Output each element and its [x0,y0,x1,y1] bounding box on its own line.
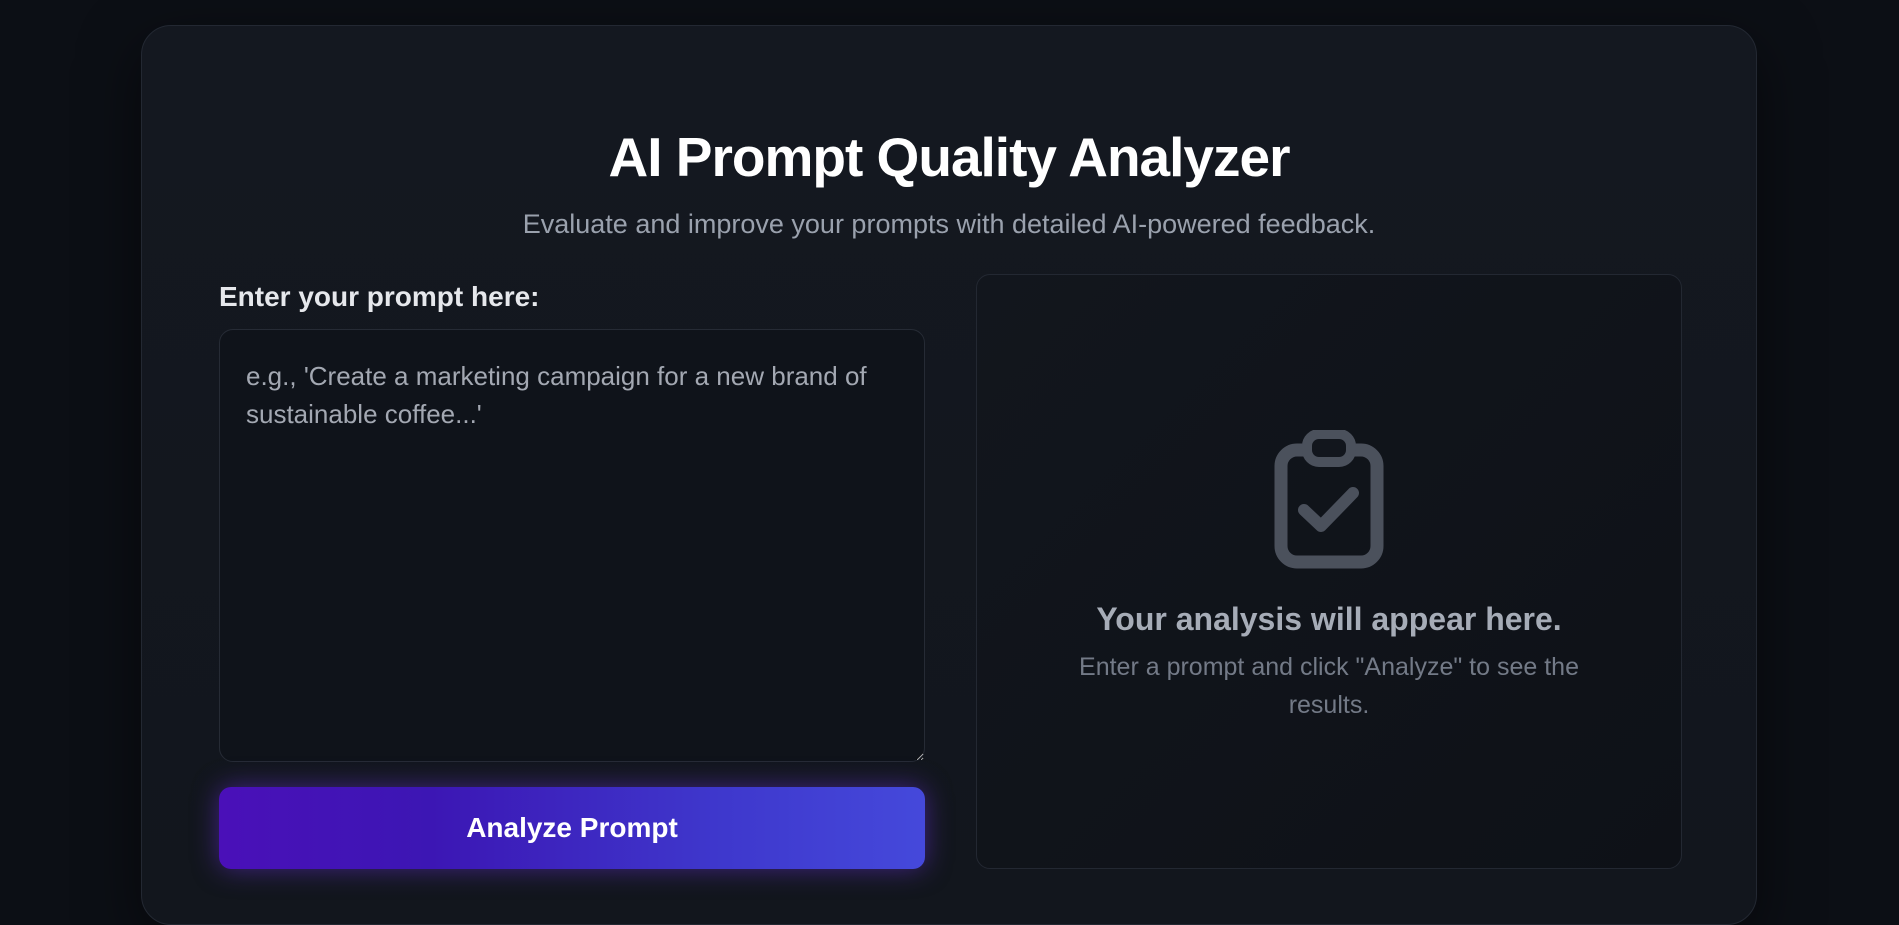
prompt-input[interactable] [219,329,925,762]
result-hint: Enter a prompt and click "Analyze" to se… [1079,653,1579,719]
prompt-label: Enter your prompt here: [219,281,540,312]
clipboard-check-icon [1274,430,1384,569]
analysis-result-panel: Your analysis will appear here. Enter a … [976,274,1682,869]
analyzer-card: AI Prompt Quality Analyzer Evaluate and … [141,25,1757,925]
analyze-prompt-button[interactable]: Analyze Prompt [219,787,925,869]
page-subtitle: Evaluate and improve your prompts with d… [522,209,1376,239]
page-title: AI Prompt Quality Analyzer [608,126,1291,188]
result-heading: Your analysis will appear here. [1096,601,1562,637]
